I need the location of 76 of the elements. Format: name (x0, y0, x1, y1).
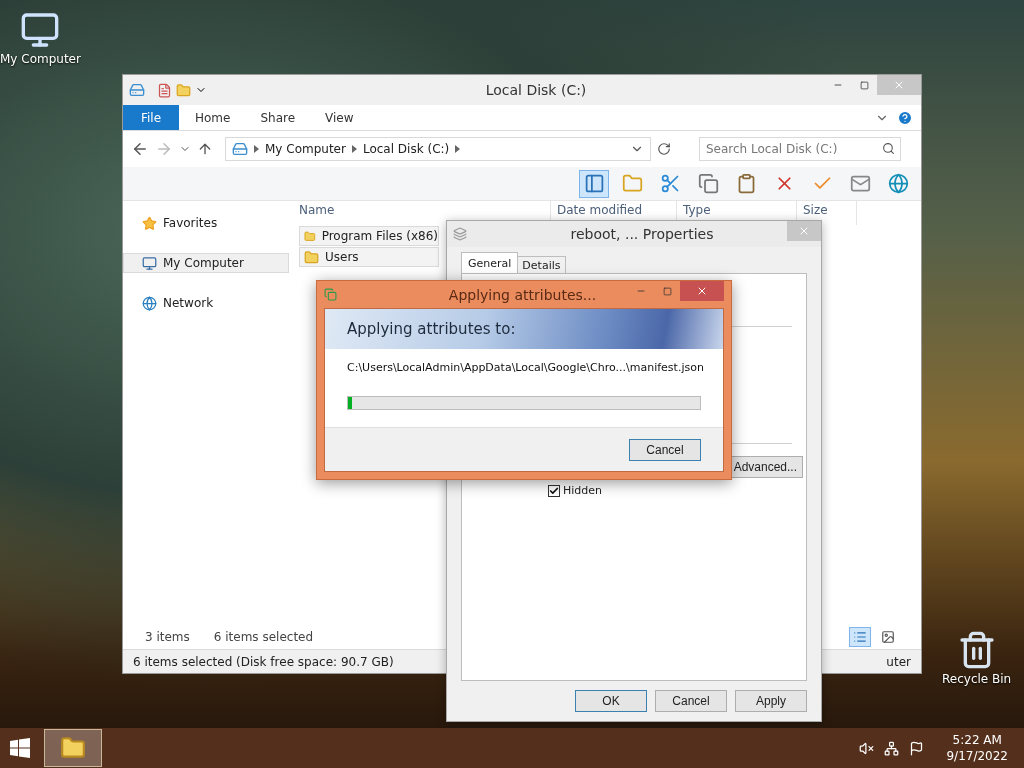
close-icon (893, 79, 905, 91)
search-icon (882, 142, 895, 155)
network-icon[interactable] (884, 740, 900, 756)
breadcrumb-item[interactable]: My Computer (265, 142, 346, 156)
star-icon (142, 215, 157, 231)
refresh-icon (657, 142, 671, 156)
ribbon-tab[interactable]: Share (246, 105, 310, 130)
folder-icon (304, 228, 316, 244)
copy-icon (697, 173, 719, 194)
toolbar-button[interactable] (579, 169, 609, 198)
globe-icon (142, 295, 157, 311)
ribbon-tab[interactable]: View (311, 105, 368, 130)
forward-button[interactable] (155, 140, 173, 158)
selection-count: 6 items selected (213, 630, 314, 644)
folder-icon (621, 173, 643, 194)
envelope-icon (849, 173, 871, 194)
refresh-button[interactable] (657, 142, 671, 156)
dialog-button[interactable]: Apply (735, 690, 807, 712)
document-icon (157, 82, 172, 98)
item-count: 3 items (145, 630, 190, 644)
close-icon (798, 225, 810, 237)
breadcrumb-item[interactable]: Local Disk (C:) (362, 142, 450, 156)
close-icon (696, 285, 708, 297)
computer-icon (142, 255, 157, 271)
image-icon (881, 630, 895, 644)
file-row[interactable]: Program Files (x86) (299, 226, 439, 246)
computer-icon (20, 10, 61, 50)
search-field[interactable]: Search Local Disk (C:) (699, 137, 901, 161)
up-button[interactable] (197, 141, 213, 157)
clock[interactable]: 5:22 AM 9/17/2022 (946, 732, 1008, 764)
drive-icon (232, 141, 248, 157)
window-title: Local Disk (C:) (484, 82, 588, 98)
nav-item[interactable]: Favorites (123, 213, 289, 233)
copy-icon (324, 288, 337, 301)
folder-icon (304, 249, 319, 265)
address-bar[interactable]: My Computer Local Disk (C:) (225, 137, 651, 161)
maximize-icon (859, 80, 869, 90)
dialog-tab[interactable]: General (461, 252, 519, 273)
separator-arrow-icon (351, 145, 357, 153)
ribbon-tab[interactable]: Home (181, 105, 245, 130)
globe-icon (887, 173, 909, 194)
dialog-button[interactable]: OK (575, 690, 647, 712)
checkbox-label: Hidden (563, 484, 603, 497)
file-explorer-taskbar-button[interactable] (44, 729, 102, 767)
file-tab[interactable]: File (123, 105, 179, 130)
checkbox[interactable] (548, 484, 560, 497)
forward-arrow-icon (155, 140, 173, 158)
status-text: 6 items selected (Disk free space: 90.7 GB) (133, 654, 394, 669)
flag-icon[interactable] (909, 740, 925, 756)
details-view-button[interactable] (849, 627, 871, 647)
desktop-icon-label[interactable]: My Computer (0, 52, 81, 66)
muted-speaker-icon[interactable] (859, 740, 875, 756)
folder-icon (176, 82, 191, 98)
file-row[interactable]: Users (299, 247, 439, 267)
start-button[interactable] (10, 738, 30, 758)
nav-item[interactable]: Network (123, 293, 289, 313)
status-text: uter (886, 654, 911, 669)
dialog-tab[interactable]: Details (517, 256, 566, 273)
desktop-icon-label[interactable]: Recycle Bin (942, 672, 1012, 686)
back-button[interactable] (131, 140, 149, 158)
nav-item[interactable]: My Computer (123, 253, 289, 273)
separator-arrow-icon (254, 145, 259, 153)
scissors-icon (659, 173, 681, 194)
dialog-title: Applying attributes... (447, 286, 598, 303)
separator-arrow-icon (455, 145, 461, 153)
list-icon (853, 630, 867, 644)
maximize-icon (662, 286, 672, 296)
help-icon (897, 109, 913, 126)
dialog-title: reboot, ... Properties (569, 226, 715, 242)
dialog-button[interactable]: Cancel (655, 690, 727, 712)
folder-icon (60, 735, 86, 761)
cancel-button[interactable]: Cancel (629, 438, 701, 461)
drive-icon (129, 82, 145, 98)
file-path: C:\Users\LocalAdmin\AppData\Local\Google\Chro...\manifest.json (346, 360, 705, 374)
dialog-heading: Applying attributes to: (325, 309, 723, 349)
pane-layout-icon (583, 173, 605, 194)
